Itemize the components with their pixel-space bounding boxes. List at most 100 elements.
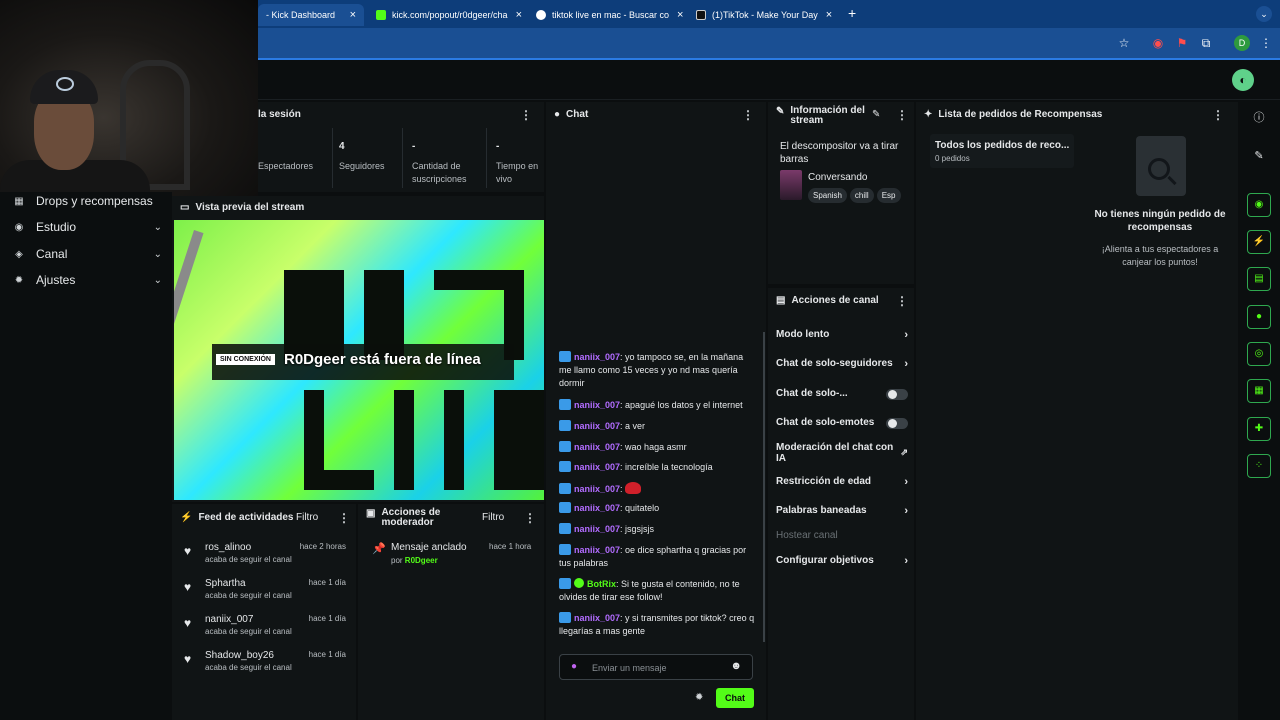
- chat-username[interactable]: naniix_007: [574, 613, 620, 623]
- user-avatar[interactable]: ◐: [1232, 69, 1254, 91]
- action-label: Chat de solo-...: [776, 388, 848, 399]
- tab-close-icon[interactable]: ×: [669, 9, 683, 21]
- tab-close-icon[interactable]: ×: [818, 9, 832, 21]
- letter-shape: [394, 390, 414, 490]
- panel-header: ▤ Acciones de canal: [776, 295, 879, 306]
- sidebar-item-canal[interactable]: ◈ Canal ⌄: [12, 243, 162, 265]
- google-favicon-icon: [536, 10, 546, 20]
- stream-info-panel: ✎ Información del stream ✎ ⋮ El descompo…: [768, 102, 914, 284]
- chat-username[interactable]: naniix_007: [574, 442, 620, 452]
- kebab-menu-icon[interactable]: ⋮: [896, 294, 908, 308]
- browser-menu-icon[interactable]: ⋮: [1258, 35, 1274, 51]
- record-icon[interactable]: ◉: [1150, 35, 1166, 51]
- action-label: Chat de solo-seguidores: [776, 358, 893, 369]
- kebab-menu-icon[interactable]: ⋮: [338, 511, 350, 525]
- feed-user[interactable]: Shadow_boy26: [205, 650, 274, 661]
- new-tab-icon[interactable]: +: [848, 5, 856, 21]
- divider: [486, 128, 487, 188]
- tab-search-icon[interactable]: ⌄: [1256, 6, 1272, 22]
- chat-text: wao haga asmr: [625, 442, 687, 452]
- tab-tiktok[interactable]: (1)TikTok - Make Your Day ×: [688, 4, 840, 26]
- reward-card[interactable]: Todos los pedidos de reco... 0 pedidos: [930, 134, 1074, 168]
- kebab-menu-icon[interactable]: ⋮: [524, 511, 536, 525]
- microphone-icon[interactable]: ●: [571, 661, 577, 672]
- offline-badge: SIN CONEXIÓN: [216, 354, 275, 365]
- kebab-menu-icon[interactable]: ⋮: [896, 108, 908, 122]
- tag-chip[interactable]: Spanish: [808, 188, 847, 203]
- by-user[interactable]: R0Dgeer: [405, 556, 438, 565]
- action-banned-words[interactable]: Palabras baneadas ›: [776, 505, 910, 517]
- feed-desc: acaba de seguir el canal: [205, 663, 292, 672]
- action-ai-moderation[interactable]: Moderación del chat con IA ⇗: [776, 442, 908, 464]
- stat-label: Seguidores: [339, 161, 385, 171]
- wrench-icon[interactable]: ✚: [1247, 417, 1271, 441]
- chat-input-box[interactable]: ● ☻: [559, 654, 753, 680]
- divider: [332, 128, 333, 188]
- chat-message: naniix_007: y si transmites por tiktok? …: [559, 612, 755, 636]
- sidebar-item-drops[interactable]: ▦ Drops y recompensas: [12, 190, 162, 212]
- chat-username[interactable]: naniix_007: [574, 484, 620, 494]
- chat-username[interactable]: naniix_007: [574, 503, 620, 513]
- edit-icon[interactable]: ✎: [1251, 148, 1267, 164]
- edit-icon[interactable]: ✎: [872, 109, 880, 120]
- broadcast-icon[interactable]: ◎: [1247, 342, 1271, 366]
- tag-chip[interactable]: chill: [849, 188, 874, 203]
- action-age-restriction[interactable]: Restricción de edad ›: [776, 476, 910, 488]
- kebab-menu-icon[interactable]: ⋮: [1212, 108, 1224, 122]
- filter-button[interactable]: Filtro: [296, 512, 318, 523]
- gear-icon[interactable]: ✹: [695, 692, 703, 703]
- action-followers-only[interactable]: Chat de solo-seguidores ›: [776, 358, 910, 370]
- category-name[interactable]: Conversando: [808, 172, 867, 183]
- action-slow-mode[interactable]: Modo lento ›: [776, 329, 910, 341]
- info-icon[interactable]: ⓘ: [1251, 110, 1267, 126]
- tab-close-icon[interactable]: ×: [508, 9, 522, 21]
- feed-time: hace 1 día: [308, 578, 346, 587]
- action-label: Palabras baneadas: [776, 505, 867, 516]
- sidebar-item-estudio[interactable]: ◉ Estudio ⌄: [12, 216, 162, 238]
- tab-google-search[interactable]: tiktok live en mac - Buscar co ×: [528, 4, 686, 26]
- action-goals[interactable]: Configurar objetivos ›: [776, 555, 910, 567]
- tab-label: - Kick Dashboard: [266, 10, 336, 20]
- document-icon[interactable]: ▤: [1247, 267, 1271, 291]
- chat-message-input[interactable]: [592, 660, 722, 676]
- panel-header: ▭ Vista previa del stream: [180, 202, 304, 213]
- extension-red-icon[interactable]: ⚑: [1174, 35, 1190, 51]
- feed-user[interactable]: ros_alinoo: [205, 542, 251, 553]
- tab-close-icon[interactable]: ×: [342, 9, 356, 21]
- chat-username[interactable]: naniix_007: [574, 421, 620, 431]
- kebab-menu-icon[interactable]: ⋮: [520, 108, 532, 122]
- chat-username[interactable]: naniix_007: [574, 545, 620, 555]
- list-item: ♥ Sphartha hace 1 día acaba de seguir el…: [184, 578, 350, 610]
- send-chat-button[interactable]: Chat: [716, 688, 754, 708]
- category-thumbnail[interactable]: [780, 170, 802, 200]
- tag-chip[interactable]: Esp: [876, 188, 901, 203]
- chat-username[interactable]: naniix_007: [574, 462, 620, 472]
- layout-icon[interactable]: ▦: [1247, 379, 1271, 403]
- panel-title: Lista de pedidos de Recompensas: [938, 109, 1103, 120]
- chat-username[interactable]: naniix_007: [574, 352, 620, 362]
- filter-button[interactable]: Filtro: [482, 512, 504, 523]
- feed-user[interactable]: Sphartha: [205, 578, 246, 589]
- feed-user[interactable]: naniix_007: [205, 614, 253, 625]
- apps-icon[interactable]: ⁘: [1247, 454, 1271, 478]
- sidebar-item-ajustes[interactable]: ✹ Ajustes ⌄: [12, 269, 162, 291]
- camera-icon[interactable]: ◉: [1247, 193, 1271, 217]
- bolt-icon[interactable]: ⚡: [1247, 230, 1271, 254]
- subs-only-toggle[interactable]: [886, 389, 908, 400]
- puzzle-icon[interactable]: ⧉: [1198, 35, 1214, 51]
- chat-username[interactable]: naniix_007: [574, 524, 620, 534]
- kebab-menu-icon[interactable]: ⋮: [742, 108, 754, 122]
- chat-scrollbar[interactable]: [763, 332, 765, 642]
- emotes-only-toggle[interactable]: [886, 418, 908, 429]
- profile-avatar[interactable]: D: [1234, 35, 1250, 51]
- star-icon[interactable]: ☆: [1116, 35, 1132, 51]
- chevron-right-icon: ›: [904, 555, 908, 567]
- panel-title: Feed de actividades: [198, 512, 294, 523]
- emoji-icon[interactable]: ☻: [730, 660, 742, 672]
- tab-kick-dashboard[interactable]: - Kick Dashboard ×: [258, 4, 364, 26]
- gear-icon: ✹: [14, 274, 24, 286]
- chat-username[interactable]: BotRix: [587, 579, 616, 589]
- tab-kick-popout[interactable]: kick.com/popout/r0dgeer/cha ×: [368, 4, 524, 26]
- chat-bubble-icon[interactable]: ●: [1247, 305, 1271, 329]
- chat-username[interactable]: naniix_007: [574, 400, 620, 410]
